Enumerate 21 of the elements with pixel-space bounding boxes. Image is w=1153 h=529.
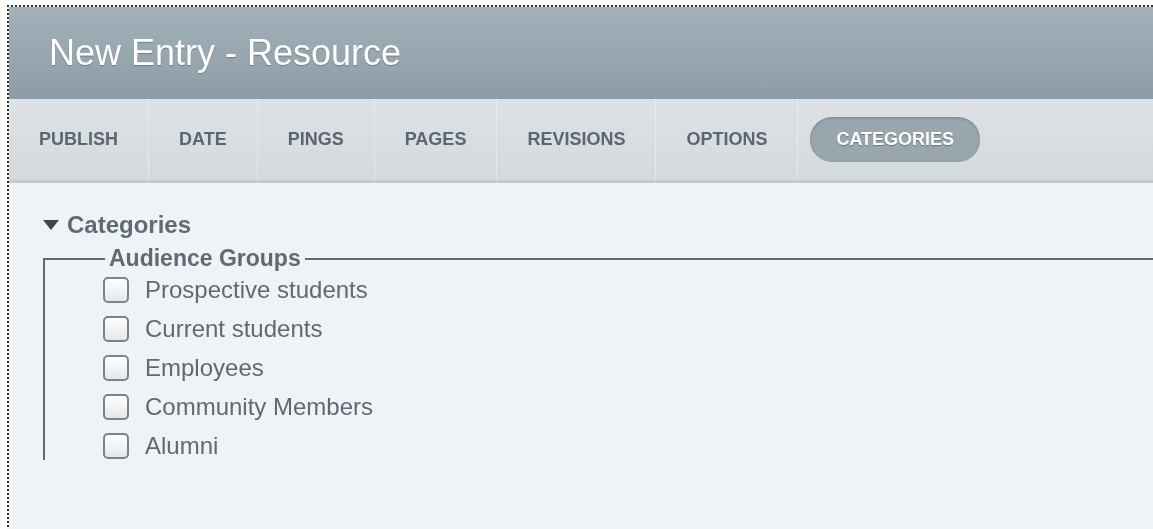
tab[interactable]: PINGS <box>257 121 374 158</box>
checkbox[interactable] <box>103 433 129 459</box>
tab[interactable]: PAGES <box>374 121 497 158</box>
tab[interactable]: OPTIONS <box>656 121 798 158</box>
section-toggle[interactable]: Categories <box>43 211 192 239</box>
checkbox-label: Community Members <box>145 393 374 421</box>
checkbox-label: Prospective students <box>145 276 368 304</box>
checkbox[interactable] <box>103 394 129 420</box>
checkbox[interactable] <box>103 277 129 303</box>
tab[interactable]: PUBLISH <box>9 121 148 158</box>
window-title: New Entry - Resource <box>49 32 402 74</box>
tab[interactable]: REVISIONS <box>497 121 656 158</box>
checkbox-label: Alumni <box>145 432 219 460</box>
fieldset-legend: Audience Groups <box>105 245 305 272</box>
caret-icon <box>43 220 59 230</box>
checkbox-label: Employees <box>145 354 264 382</box>
tab[interactable]: CATEGORIES <box>810 117 981 162</box>
checkbox[interactable] <box>103 316 129 342</box>
checkbox-label: Current students <box>145 315 323 343</box>
checkbox[interactable] <box>103 355 129 381</box>
tab[interactable]: DATE <box>149 121 257 158</box>
